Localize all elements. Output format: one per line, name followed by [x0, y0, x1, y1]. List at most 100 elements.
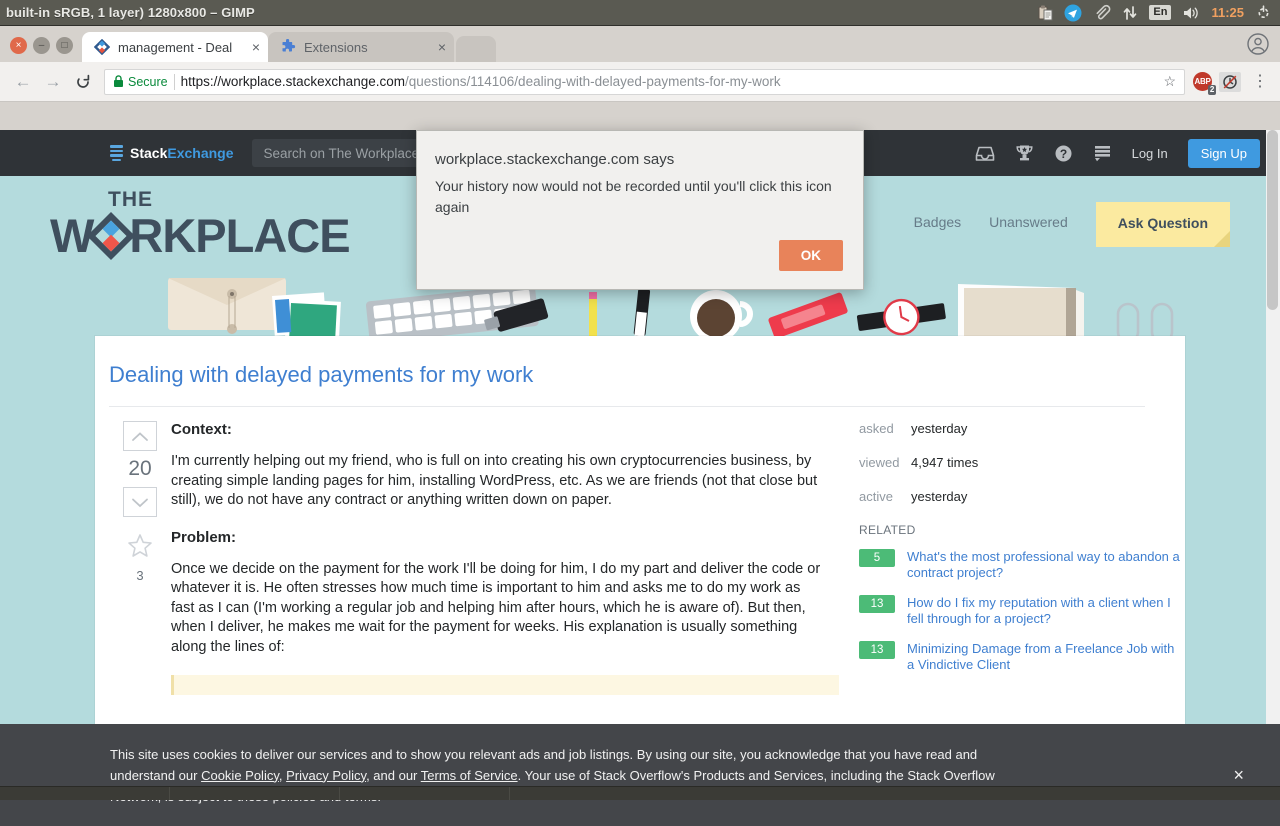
javascript-alert-dialog: workplace.stackexchange.com says Your hi… [416, 130, 864, 290]
omnibox-divider [174, 74, 175, 90]
forward-arrow-icon[interactable]: → [38, 67, 68, 97]
taskbar-item[interactable] [170, 787, 340, 800]
browser-tab-extensions[interactable]: Extensions × [268, 32, 454, 62]
list-item[interactable]: 5 What's the most professional way to ab… [859, 549, 1181, 581]
history-off-icon[interactable] [1219, 72, 1241, 92]
stat-value: 4,947 times [911, 455, 978, 470]
related-link[interactable]: What's the most professional way to aban… [907, 549, 1181, 581]
clipboard-icon[interactable] [1038, 5, 1053, 21]
terms-of-service-link[interactable]: Terms of Service [421, 768, 518, 783]
window-minimize-button[interactable]: – [33, 37, 50, 54]
site-nav: Badges Unanswered Ask Question [914, 214, 1230, 247]
upload-download-icon[interactable] [1122, 5, 1138, 21]
window-close-button[interactable]: × [10, 37, 27, 54]
login-link[interactable]: Log In [1132, 146, 1168, 161]
tab-strip: × – □ management - Deal × Extensions × [0, 26, 1280, 62]
cookie-policy-link[interactable]: Cookie Policy [201, 768, 279, 783]
url-origin: https://workplace.stackexchange.com [181, 74, 405, 89]
related-heading: RELATED [859, 523, 1181, 537]
taskbar-item[interactable] [340, 787, 510, 800]
related-link[interactable]: How do I fix my reputation with a client… [907, 595, 1181, 627]
list-item[interactable]: 13 Minimizing Damage from a Freelance Jo… [859, 641, 1181, 673]
logo-diamond-icon [87, 212, 135, 260]
topbar-right-actions: ? Log In Sign Up [975, 139, 1280, 168]
browser-tab-management[interactable]: management - Deal × [82, 32, 268, 62]
privacy-policy-link[interactable]: Privacy Policy [286, 768, 366, 783]
logo-text: StackExchange [130, 145, 234, 161]
help-icon[interactable]: ? [1054, 144, 1073, 163]
star-icon[interactable]: ☆ [1163, 73, 1176, 90]
kebab-menu-icon[interactable]: ⋮ [1248, 77, 1272, 87]
volume-icon[interactable] [1182, 5, 1200, 21]
related-score-badge: 5 [859, 549, 895, 567]
ask-question-button[interactable]: Ask Question [1096, 202, 1230, 247]
related-link[interactable]: Minimizing Damage from a Freelance Job w… [907, 641, 1181, 673]
signup-button[interactable]: Sign Up [1188, 139, 1260, 168]
trophy-icon[interactable] [1015, 144, 1034, 162]
puzzle-piece-icon [280, 39, 296, 55]
post-text: Context: I'm currently helping out my fr… [171, 421, 851, 695]
chevron-up-icon[interactable] [123, 421, 157, 451]
content-wrapper: Dealing with delayed payments for my wor… [0, 336, 1280, 736]
language-indicator[interactable]: En [1149, 5, 1171, 20]
stat-key: viewed [859, 455, 911, 470]
os-taskbar[interactable] [0, 786, 1280, 800]
tab-title: management - Deal [118, 40, 244, 55]
tab-close-icon[interactable]: × [252, 40, 260, 54]
page-title[interactable]: Dealing with delayed payments for my wor… [109, 362, 1145, 407]
workplace-logo[interactable]: THE W RKPLACE [50, 188, 350, 260]
logo-workplace-text: W RKPLACE [50, 212, 350, 260]
new-tab-button[interactable] [456, 36, 496, 62]
back-arrow-icon[interactable]: ← [8, 67, 38, 97]
window-controls: × – □ [2, 37, 82, 62]
tab-title: Extensions [304, 40, 430, 55]
question-card: Dealing with delayed payments for my wor… [95, 336, 1185, 736]
stat-viewed: viewed 4,947 times [859, 455, 1181, 470]
question-body: 20 3 Context: I'm currently helping o [109, 407, 1157, 695]
svg-text:?: ? [1059, 147, 1066, 161]
logo-exchange-text: Exchange [167, 145, 233, 161]
stat-key: active [859, 489, 911, 504]
list-item[interactable]: 13 How do I fix my reputation with a cli… [859, 595, 1181, 627]
inbox-icon[interactable] [975, 145, 995, 162]
system-clock[interactable]: 11:25 [1211, 5, 1244, 20]
star-outline-icon[interactable] [127, 533, 153, 562]
logo-rkplace-letters: RKPLACE [129, 212, 349, 260]
vote-count: 20 [128, 457, 151, 481]
url-path: /questions/114106/dealing-with-delayed-p… [405, 74, 781, 89]
profile-avatar-icon[interactable] [1246, 32, 1270, 56]
telegram-icon[interactable] [1064, 4, 1082, 22]
blockquote-placeholder [171, 675, 839, 695]
site-switcher-icon[interactable] [1093, 144, 1112, 162]
stat-key: asked [859, 421, 911, 436]
reload-icon[interactable] [68, 67, 98, 97]
url-text: https://workplace.stackexchange.com/ques… [181, 74, 781, 89]
window-maximize-button[interactable]: □ [56, 37, 73, 54]
chevron-down-icon[interactable] [123, 487, 157, 517]
paragraph-context: I'm currently helping out my friend, who… [171, 452, 823, 511]
tab-close-icon[interactable]: × [438, 40, 446, 54]
nav-badges[interactable]: Badges [914, 214, 961, 230]
os-window-title: built-in sRGB, 1 layer) 1280x800 – GIMP [0, 5, 255, 20]
cookie-consent-banner: This site uses cookies to deliver our se… [0, 724, 1280, 826]
paperclip-icon[interactable] [1093, 4, 1111, 22]
taskbar-item[interactable] [0, 787, 170, 800]
system-tray: En 11:25 [1038, 0, 1280, 26]
power-icon[interactable] [1255, 4, 1272, 21]
adblock-plus-icon[interactable]: ABP 2 [1193, 72, 1212, 91]
logo-stack-text: Stack [130, 145, 167, 161]
nav-unanswered[interactable]: Unanswered [989, 214, 1068, 230]
browser-window: × – □ management - Deal × Extensions × ←… [0, 26, 1280, 800]
stat-value: yesterday [911, 421, 967, 436]
dialog-actions: OK [417, 218, 863, 289]
scrollbar-thumb[interactable] [1267, 130, 1278, 310]
close-icon[interactable]: × [1233, 765, 1280, 786]
stackexchange-logo[interactable]: StackExchange [110, 145, 234, 161]
cookie-sep-2: , and our [366, 768, 421, 783]
address-bar[interactable]: Secure https://workplace.stackexchange.c… [104, 69, 1185, 95]
ok-button[interactable]: OK [779, 240, 843, 271]
stat-value: yesterday [911, 489, 967, 504]
page-scrollbar[interactable] [1266, 130, 1280, 812]
stat-active: active yesterday [859, 489, 1181, 504]
paragraph-problem: Once we decide on the payment for the wo… [171, 560, 823, 658]
